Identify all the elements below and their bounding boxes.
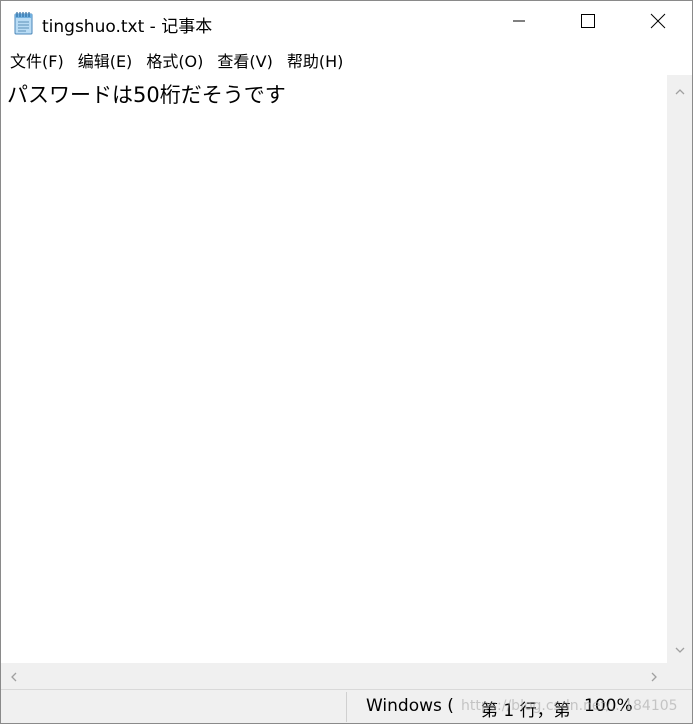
- scroll-left-button[interactable]: [1, 663, 27, 689]
- scroll-down-button[interactable]: [667, 633, 692, 663]
- chevron-right-icon: [650, 667, 658, 686]
- scroll-up-button[interactable]: [667, 75, 692, 105]
- menu-help[interactable]: 帮助(H): [280, 45, 351, 75]
- close-button[interactable]: [623, 1, 692, 45]
- menu-edit[interactable]: 编辑(E): [71, 45, 140, 75]
- chevron-left-icon: [10, 667, 18, 686]
- minimize-button[interactable]: [484, 1, 554, 45]
- editor-content[interactable]: パスワードは50桁だそうです: [7, 79, 286, 109]
- horizontal-scrollbar[interactable]: [1, 663, 667, 689]
- chevron-down-icon: [675, 639, 685, 658]
- menu-bar: 文件(F) 编辑(E) 格式(O) 查看(V) 帮助(H): [1, 45, 692, 75]
- notepad-icon[interactable]: [13, 11, 35, 35]
- minimize-icon: [511, 13, 527, 33]
- close-icon: [650, 13, 666, 33]
- status-divider: [346, 692, 347, 722]
- window-title: tingshuo.txt - 记事本: [42, 17, 213, 37]
- scroll-right-button[interactable]: [641, 663, 667, 689]
- vertical-scrollbar[interactable]: [667, 75, 692, 663]
- scroll-corner: [667, 663, 692, 689]
- status-line-ending: Windows (: [366, 696, 454, 716]
- watermark-text: https://blog.csdn.net/...184105: [461, 698, 678, 714]
- menu-format[interactable]: 格式(O): [139, 45, 210, 75]
- title-bar[interactable]: tingshuo.txt - 记事本: [1, 1, 692, 45]
- menu-view[interactable]: 查看(V): [210, 45, 279, 75]
- maximize-icon: [580, 13, 596, 33]
- notepad-window: tingshuo.txt - 记事本 文件(F) 编辑(E) 格式(O) 查看(…: [0, 0, 693, 724]
- text-editor[interactable]: パスワードは50桁だそうです: [1, 75, 667, 663]
- menu-file[interactable]: 文件(F): [3, 45, 71, 75]
- maximize-button[interactable]: [553, 1, 623, 45]
- chevron-up-icon: [675, 81, 685, 100]
- status-bar: Windows ( 第 1 行，第 100% https://blog.csdn…: [1, 689, 692, 723]
